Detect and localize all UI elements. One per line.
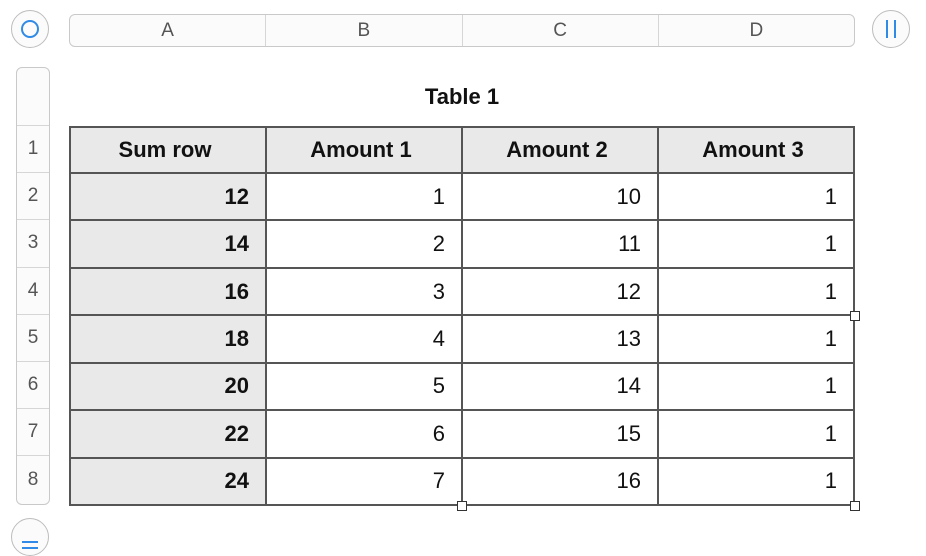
column-header-c[interactable]: C — [463, 15, 659, 46]
amount-cell[interactable]: 14 — [461, 361, 659, 412]
column-header-b[interactable]: B — [266, 15, 463, 46]
row-header-4[interactable]: 4 — [17, 268, 49, 315]
amount-cell[interactable]: 3 — [265, 266, 463, 317]
amount-cell[interactable]: 2 — [265, 219, 463, 269]
sum-cell[interactable]: 12 — [69, 171, 267, 222]
row-header-bar: 1 2 3 4 5 6 7 8 — [16, 67, 50, 505]
header-row: Sum row Amount 1 Amount 2 Amount 3 — [69, 126, 855, 174]
row-header-spacer — [17, 68, 49, 126]
table-row: 14 2 11 1 — [69, 219, 855, 269]
data-table: Sum row Amount 1 Amount 2 Amount 3 12 1 … — [69, 126, 855, 507]
amount-cell[interactable]: 1 — [657, 219, 855, 269]
amount-cell[interactable]: 16 — [461, 456, 659, 507]
table-row: 24 7 16 1 — [69, 456, 855, 507]
table-row: 16 3 12 1 — [69, 266, 855, 317]
column-header-bar: A B C D — [69, 14, 855, 47]
amount-cell[interactable]: 7 — [265, 456, 463, 507]
amount-cell[interactable]: 1 — [657, 171, 855, 222]
row-header-3[interactable]: 3 — [17, 220, 49, 268]
table-row: 12 1 10 1 — [69, 171, 855, 222]
sum-cell[interactable]: 16 — [69, 266, 267, 317]
table-row: 18 4 13 1 — [69, 314, 855, 364]
column-resize-icon — [886, 20, 896, 38]
column-header-a[interactable]: A — [70, 15, 267, 46]
sum-cell[interactable]: 24 — [69, 456, 267, 507]
amount-cell[interactable]: 1 — [657, 361, 855, 412]
row-header-1[interactable]: 1 — [17, 126, 49, 174]
sum-cell[interactable]: 18 — [69, 314, 267, 364]
resize-handle-bottom[interactable] — [457, 501, 467, 511]
amount-cell[interactable]: 10 — [461, 171, 659, 222]
amount-cell[interactable]: 1 — [657, 266, 855, 317]
table-row: 22 6 15 1 — [69, 409, 855, 459]
amount-cell[interactable]: 12 — [461, 266, 659, 317]
amount-cell[interactable]: 5 — [265, 361, 463, 412]
add-row-button[interactable] — [11, 518, 49, 556]
amount-cell[interactable]: 15 — [461, 409, 659, 459]
resize-handle-right[interactable] — [850, 311, 860, 321]
header-cell-sum-row[interactable]: Sum row — [69, 126, 267, 174]
row-header-7[interactable]: 7 — [17, 409, 49, 457]
row-header-8[interactable]: 8 — [17, 456, 49, 503]
row-header-5[interactable]: 5 — [17, 315, 49, 362]
amount-cell[interactable]: 13 — [461, 314, 659, 364]
sum-cell[interactable]: 14 — [69, 219, 267, 269]
amount-cell[interactable]: 1 — [657, 456, 855, 507]
resize-handle-corner[interactable] — [850, 501, 860, 511]
amount-cell[interactable]: 1 — [657, 409, 855, 459]
column-header-d[interactable]: D — [659, 15, 854, 46]
amount-cell[interactable]: 1 — [657, 314, 855, 364]
add-column-button[interactable] — [872, 10, 910, 48]
circle-icon — [21, 20, 39, 38]
amount-cell[interactable]: 4 — [265, 314, 463, 364]
select-table-button[interactable] — [11, 10, 49, 48]
row-header-6[interactable]: 6 — [17, 362, 49, 410]
row-header-2[interactable]: 2 — [17, 173, 49, 221]
table-title[interactable]: Table 1 — [69, 84, 855, 110]
header-cell-amount-1[interactable]: Amount 1 — [265, 126, 463, 174]
header-cell-amount-3[interactable]: Amount 3 — [657, 126, 855, 174]
amount-cell[interactable]: 6 — [265, 409, 463, 459]
table-row: 20 5 14 1 — [69, 361, 855, 412]
sum-cell[interactable]: 22 — [69, 409, 267, 459]
amount-cell[interactable]: 1 — [265, 171, 463, 222]
amount-cell[interactable]: 11 — [461, 219, 659, 269]
header-cell-amount-2[interactable]: Amount 2 — [461, 126, 659, 174]
sum-cell[interactable]: 20 — [69, 361, 267, 412]
